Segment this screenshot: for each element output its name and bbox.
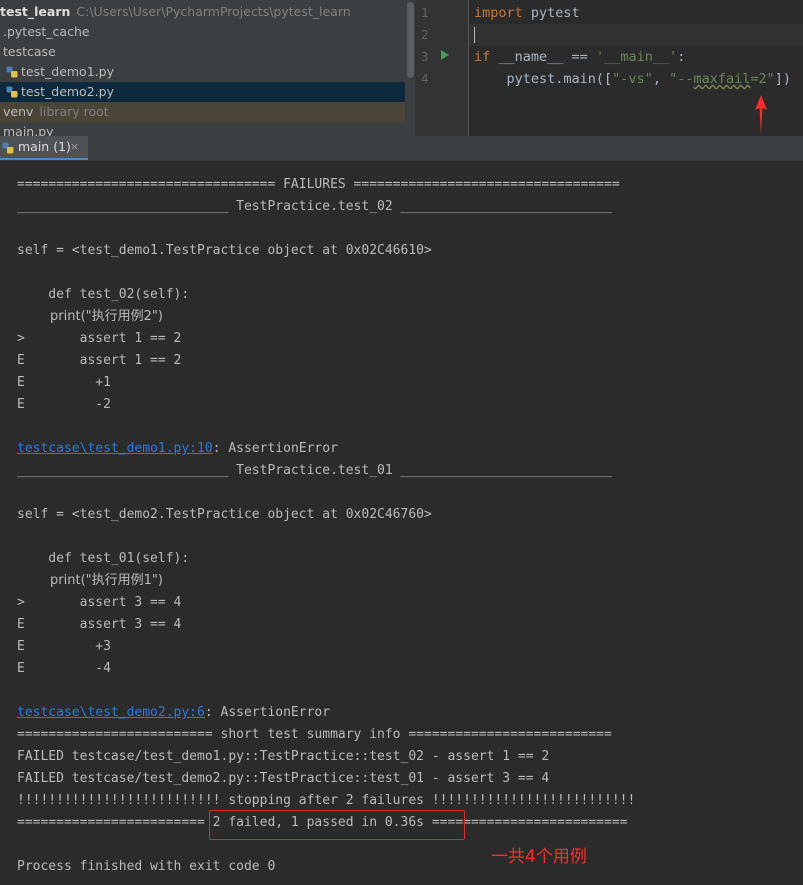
error-location-link[interactable]: testcase\test_demo1.py:10: [17, 441, 213, 456]
console-line: E -2: [17, 397, 111, 412]
console-line: ================================= FAILUR…: [17, 177, 620, 192]
console-line: print("执行用例1"): [17, 573, 163, 588]
console-line: E +1: [17, 375, 111, 390]
code-line-4: pytest.main(["-vs", "--maxfail=2"]): [474, 71, 792, 87]
process-finished-line: Process finished with exit code 0: [17, 859, 276, 874]
tree-item-test-demo1[interactable]: test_demo1.py: [0, 62, 405, 82]
console-line: E +3: [17, 639, 111, 654]
run-tab-main[interactable]: main (1) ×: [0, 136, 88, 160]
console-line: FAILED testcase/test_demo1.py::TestPract…: [17, 749, 550, 764]
code-line-1: import pytest: [474, 5, 580, 21]
annotation-arrow-icon: [755, 95, 767, 135]
code-line-3: if __name__ == '__main__':: [474, 49, 686, 65]
python-file-icon: [6, 86, 18, 98]
tree-item-test-demo2[interactable]: test_demo2.py: [0, 82, 405, 102]
console-line: > assert 1 == 2: [17, 331, 182, 346]
tree-item-venv[interactable]: venv library root: [0, 102, 405, 122]
text-caret: [474, 27, 475, 43]
console-line: !!!!!!!!!!!!!!!!!!!!!!!!!! stopping afte…: [17, 793, 636, 808]
close-icon[interactable]: ×: [70, 136, 79, 158]
tree-root[interactable]: test_learn C:\Users\User\PycharmProjects\…: [0, 2, 405, 22]
line-number: 3: [421, 49, 429, 64]
console-line: ___________________________ TestPractice…: [17, 199, 612, 214]
code-editor[interactable]: 1 2 3 4 import pytest if __name__ == '__…: [415, 0, 803, 136]
error-location-link[interactable]: testcase\test_demo2.py:6: [17, 705, 205, 720]
python-run-icon: [2, 142, 14, 154]
console-line: > assert 3 == 4: [17, 595, 182, 610]
project-path: C:\Users\User\PycharmProjects\pytest_lea…: [76, 4, 351, 19]
annotation-highlight-box: [209, 810, 465, 840]
run-tool-window-tabs: main (1) ×: [0, 136, 803, 161]
tree-scrollbar-thumb[interactable]: [407, 2, 414, 78]
error-location-line: testcase\test_demo2.py:6: AssertionError: [17, 705, 331, 720]
tree-item-label: venv: [3, 104, 34, 119]
tree-item-testcase[interactable]: testcase: [0, 42, 405, 62]
line-number: 1: [421, 5, 429, 20]
project-tree: test_learn C:\Users\User\PycharmProjects\…: [0, 0, 415, 136]
line-number: 2: [421, 27, 429, 42]
console-line: E assert 1 == 2: [17, 353, 182, 368]
project-name: test_learn: [0, 4, 71, 19]
tree-item-label: .pytest_cache: [3, 24, 90, 39]
run-console-output[interactable]: ================================= FAILUR…: [0, 161, 803, 885]
console-line: ___________________________ TestPractice…: [17, 463, 612, 478]
tree-item-label: test_demo1.py: [21, 64, 114, 79]
annotation-note: 一共4个用例: [491, 847, 587, 867]
console-line: print("执行用例2"): [17, 309, 163, 324]
line-number: 4: [421, 71, 429, 86]
error-location-line: testcase\test_demo1.py:10: AssertionErro…: [17, 441, 338, 456]
console-line: def test_02(self):: [17, 287, 190, 302]
console-line: self = <test_demo2.TestPractice object a…: [17, 507, 432, 522]
run-gutter-icon[interactable]: [441, 50, 449, 60]
current-line-highlight: [469, 24, 803, 46]
console-line: E assert 3 == 4: [17, 617, 182, 632]
console-line: ========================= short test sum…: [17, 727, 612, 742]
console-line: E -4: [17, 661, 111, 676]
tree-item-pytest-cache[interactable]: .pytest_cache: [0, 22, 405, 42]
line-gutter: 1 2 3 4: [415, 0, 469, 136]
tree-scrollbar[interactable]: [405, 0, 415, 136]
library-root-note: library root: [39, 104, 109, 119]
tree-item-label: testcase: [3, 44, 56, 59]
run-tab-label: main (1): [18, 139, 71, 154]
tree-item-label: main.py: [3, 124, 54, 136]
console-line: FAILED testcase/test_demo2.py::TestPract…: [17, 771, 550, 786]
tree-item-main-py[interactable]: main.py: [0, 122, 405, 136]
python-file-icon: [6, 66, 18, 78]
console-line: self = <test_demo1.TestPractice object a…: [17, 243, 432, 258]
console-line: def test_01(self):: [17, 551, 190, 566]
tree-item-label: test_demo2.py: [21, 84, 114, 99]
